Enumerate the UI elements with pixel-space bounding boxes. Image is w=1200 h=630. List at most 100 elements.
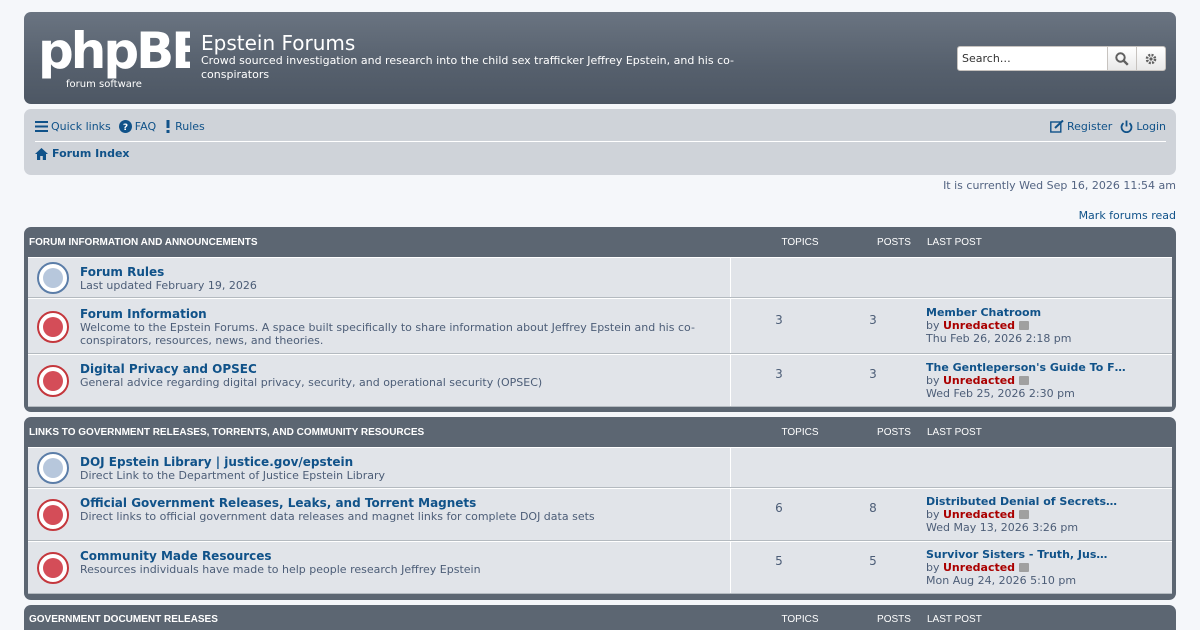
last-post-column-header: LAST POST: [927, 614, 982, 625]
site-description: Crowd sourced investigation and research…: [201, 54, 735, 81]
last-post-column-header: LAST POST: [927, 427, 982, 438]
forum-index-link[interactable]: Forum Index: [52, 147, 130, 160]
search-icon: [1115, 51, 1129, 66]
menu-icon: [35, 120, 48, 132]
category-header: GOVERNMENT DOCUMENT RELEASES TOPICS POST…: [28, 605, 1172, 630]
register-link[interactable]: Register: [1050, 119, 1113, 133]
last-post-by: by: [926, 319, 940, 332]
rules-link[interactable]: Rules: [164, 119, 205, 133]
rules-label: Rules: [175, 119, 205, 133]
view-latest-post-icon[interactable]: [1019, 510, 1030, 519]
faq-label: FAQ: [134, 119, 157, 133]
login-link[interactable]: Login: [1120, 120, 1166, 133]
forum-title[interactable]: Official Government Releases, Leaks, and…: [80, 496, 476, 510]
svg-text:forum software: forum software: [66, 79, 142, 90]
topic-count: 5: [775, 554, 783, 568]
view-latest-post-icon[interactable]: [1019, 563, 1030, 572]
column-divider: [730, 542, 731, 593]
column-divider: [730, 355, 731, 406]
category-block: GOVERNMENT DOCUMENT RELEASES TOPICS POST…: [24, 605, 1176, 630]
last-post-title[interactable]: Member Chatroom: [926, 306, 1156, 319]
search-input[interactable]: [957, 46, 1108, 71]
category-header: LINKS TO GOVERNMENT RELEASES, TORRENTS, …: [28, 417, 1172, 447]
topics-column-header: TOPICS: [781, 427, 819, 438]
quick-links-menu[interactable]: Quick links: [35, 120, 111, 133]
forum-description: Welcome to the Epstein Forums. A space b…: [80, 321, 695, 347]
forum-title[interactable]: Community Made Resources: [80, 549, 272, 563]
forum-description: Direct links to official government data…: [80, 510, 595, 523]
last-post-title[interactable]: Survivor Sisters - Truth, Jus…: [926, 548, 1156, 561]
last-post: Member Chatroom by Unredacted Thu Feb 26…: [926, 306, 1156, 345]
column-divider: [730, 448, 731, 487]
column-divider: [730, 258, 731, 297]
forum-description: General advice regarding digital privacy…: [80, 376, 543, 389]
topic-count: 6: [775, 501, 783, 515]
forum-title[interactable]: Forum Information: [80, 307, 207, 321]
last-post-date: Thu Feb 26, 2026 2:18 pm: [926, 332, 1072, 345]
forum-title[interactable]: Digital Privacy and OPSEC: [80, 362, 257, 376]
svg-text:?: ?: [123, 123, 128, 133]
column-divider: [730, 489, 731, 540]
last-post-date: Mon Aug 24, 2026 5:10 pm: [926, 574, 1077, 587]
forum-row: Official Government Releases, Leaks, and…: [28, 488, 1172, 541]
navbar: Quick links ? FAQ Rules Register Login F…: [24, 109, 1176, 175]
category-title[interactable]: GOVERNMENT DOCUMENT RELEASES: [29, 614, 218, 625]
posts-column-header: POSTS: [877, 427, 911, 438]
register-label: Register: [1067, 119, 1113, 133]
column-divider: [730, 299, 731, 353]
category-header: FORUM INFORMATION AND ANNOUNCEMENTS TOPI…: [28, 227, 1172, 257]
question-circle-icon: ?: [118, 119, 132, 133]
forum-title[interactable]: Forum Rules: [80, 265, 164, 279]
forum-description: Direct Link to the Department of Justice…: [80, 469, 386, 482]
last-post-column-header: LAST POST: [927, 237, 982, 248]
mark-forums-read-link[interactable]: Mark forums read: [1079, 209, 1176, 222]
breadcrumb[interactable]: Forum Index: [35, 147, 130, 160]
category-block: FORUM INFORMATION AND ANNOUNCEMENTS TOPI…: [24, 227, 1176, 412]
faq-link[interactable]: ? FAQ: [118, 119, 157, 133]
topic-count: 3: [775, 367, 783, 381]
last-post-by: by: [926, 374, 940, 387]
last-post: Survivor Sisters - Truth, Jus… by Unreda…: [926, 548, 1156, 587]
site-header: phpBB forum software Epstein Forums Crow…: [24, 12, 1176, 104]
last-post-date: Wed May 13, 2026 3:26 pm: [926, 521, 1079, 534]
post-count: 8: [869, 501, 877, 515]
posts-column-header: POSTS: [877, 614, 911, 625]
last-post-title[interactable]: Distributed Denial of Secrets…: [926, 495, 1156, 508]
topics-column-header: TOPICS: [781, 614, 819, 625]
forum-row: Community Made Resources Resources indiv…: [28, 541, 1172, 594]
category-block: LINKS TO GOVERNMENT RELEASES, TORRENTS, …: [24, 417, 1176, 600]
forum-row: Forum Information Welcome to the Epstein…: [28, 298, 1172, 354]
last-post-date: Wed Feb 25, 2026 2:30 pm: [926, 387, 1075, 400]
forum-description: Resources individuals have made to help …: [80, 563, 481, 576]
last-post-user[interactable]: Unredacted: [943, 319, 1015, 332]
search-button[interactable]: [1108, 46, 1137, 71]
category-title[interactable]: FORUM INFORMATION AND ANNOUNCEMENTS: [29, 237, 258, 248]
exclamation-icon: [166, 119, 170, 133]
last-post-title[interactable]: The Gentleperson's Guide To F…: [926, 361, 1156, 374]
last-post: Distributed Denial of Secrets… by Unreda…: [926, 495, 1156, 534]
last-post-user[interactable]: Unredacted: [943, 508, 1015, 521]
last-post-user[interactable]: Unredacted: [943, 561, 1015, 574]
last-post-user[interactable]: Unredacted: [943, 374, 1015, 387]
post-count: 3: [869, 367, 877, 381]
lock-icon: [37, 365, 69, 397]
forum-row: DOJ Epstein Library | justice.gov/epstei…: [28, 447, 1172, 488]
quick-links-label: Quick links: [51, 119, 111, 133]
posts-column-header: POSTS: [877, 237, 911, 248]
lock-icon: [37, 499, 69, 531]
view-latest-post-icon[interactable]: [1019, 376, 1030, 385]
login-label: Login: [1136, 119, 1166, 133]
home-icon: [35, 147, 48, 160]
last-post: The Gentleperson's Guide To F… by Unreda…: [926, 361, 1156, 400]
forum-title[interactable]: DOJ Epstein Library | justice.gov/epstei…: [80, 455, 353, 469]
site-title: Epstein Forums: [201, 31, 356, 55]
category-title[interactable]: LINKS TO GOVERNMENT RELEASES, TORRENTS, …: [29, 427, 424, 438]
last-post-by: by: [926, 508, 940, 521]
svg-text:phpBB: phpBB: [38, 24, 190, 80]
phpbb-logo[interactable]: phpBB forum software: [38, 24, 190, 90]
edit-icon: [1050, 119, 1064, 133]
link-icon: [37, 452, 69, 484]
view-latest-post-icon[interactable]: [1019, 321, 1030, 330]
advanced-search-button[interactable]: [1137, 46, 1166, 71]
topic-count: 3: [775, 313, 783, 327]
